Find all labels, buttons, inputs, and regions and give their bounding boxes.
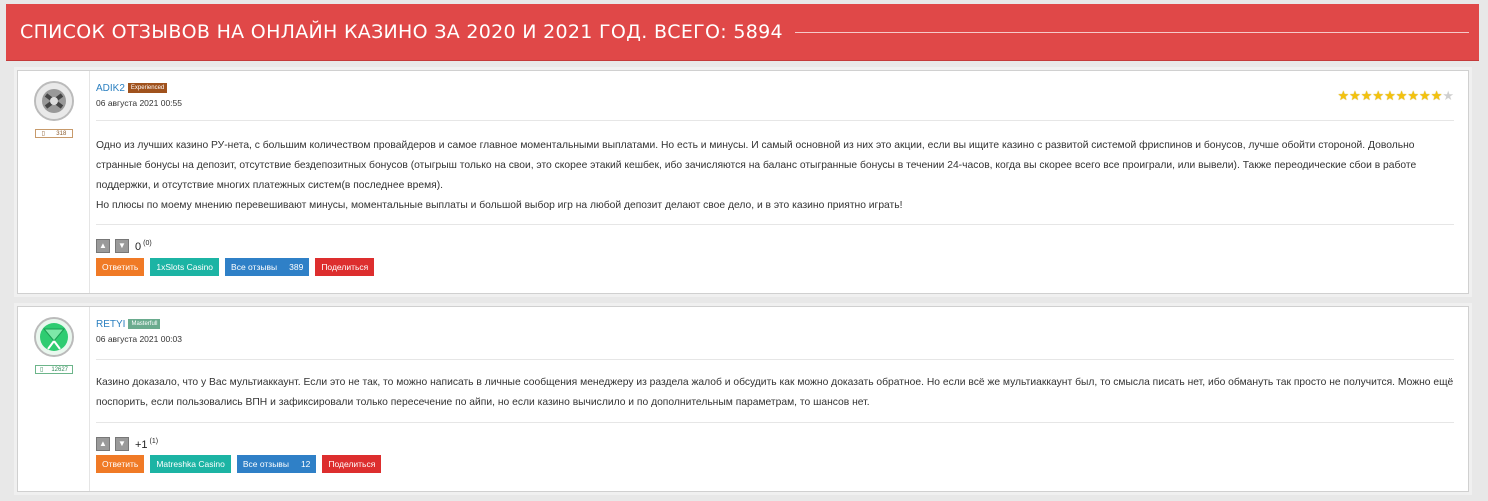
page-title: СПИСОК ОТЗЫВОВ НА ОНЛАЙН КАЗИНО ЗА 2020 …	[20, 21, 783, 43]
divider	[96, 224, 1454, 225]
vote-count: (0)	[143, 240, 152, 247]
review-date: 06 августа 2021 00:03	[96, 334, 182, 344]
thumb-down-icon[interactable]: ▼	[115, 437, 129, 451]
all-reviews-button[interactable]: Все отзывы 389	[225, 258, 310, 276]
star-icon: ★	[1395, 88, 1408, 103]
star-icon: ★	[1419, 88, 1431, 103]
review-text: Казино доказало, что у Вас мультиаккаунт…	[96, 373, 1454, 413]
rank-value: 12627	[51, 366, 68, 373]
vote-area: ▲ ▼ 0 (0)	[96, 239, 152, 253]
action-buttons: Ответить 1xSlots Casino Все отзывы 389 По…	[96, 258, 380, 276]
divider	[96, 422, 1454, 423]
review-content: ADIK2 Experienced 06 августа 2021 00:55 …	[96, 81, 1454, 276]
share-button[interactable]: Поделиться	[315, 258, 375, 276]
rank-badge: ▯ 318	[35, 129, 73, 138]
author-column: ▯ 318	[28, 81, 80, 138]
avatar-image	[36, 83, 72, 119]
rank-icon: ▯	[41, 131, 45, 137]
review-paragraph: Одно из лучших казино РУ-нета, с большим…	[96, 140, 1417, 191]
review-card: ▯ 318 ADIK2 Experienced 06 августа 2021 …	[17, 70, 1469, 294]
all-reviews-label: Все отзывы	[242, 459, 289, 469]
all-reviews-count: 12	[300, 459, 311, 469]
thumb-up-icon[interactable]: ▲	[96, 239, 110, 253]
thumb-down-icon[interactable]: ▼	[115, 239, 129, 253]
star-icon: ★	[1360, 88, 1373, 103]
star-icon: ★	[1337, 88, 1350, 103]
star-icon: ★	[1442, 88, 1454, 103]
share-button[interactable]: Поделиться	[322, 455, 382, 473]
star-icon: ★	[1430, 88, 1443, 103]
review-date: 06 августа 2021 00:55	[96, 98, 182, 108]
divider	[96, 359, 1454, 360]
divider	[96, 120, 1454, 121]
casino-button[interactable]: Matreshka Casino	[150, 455, 231, 473]
header-divider	[794, 31, 1469, 33]
author-column: ▯ 12627	[28, 317, 80, 374]
author-link[interactable]: ADIK2	[96, 83, 125, 94]
rank-value: 318	[56, 130, 67, 137]
casino-button[interactable]: 1xSlots Casino	[150, 258, 220, 276]
vote-score: 0	[135, 241, 142, 253]
reply-button[interactable]: Ответить	[96, 258, 145, 276]
rank-badge: ▯ 12627	[35, 365, 73, 374]
star-icon: ★	[1372, 88, 1385, 103]
review-card: ▯ 12627 RETYI Masterfull 06 августа 2021…	[17, 306, 1469, 492]
rating-stars: ★ ★ ★ ★ ★ ★ ★ ★ ★ ★	[1337, 89, 1454, 102]
author-link[interactable]: RETYI	[96, 319, 125, 330]
avatar[interactable]	[34, 317, 74, 357]
thumb-up-icon[interactable]: ▲	[96, 437, 110, 451]
vote-score: +1	[135, 439, 148, 451]
avatar-image	[36, 319, 72, 355]
all-reviews-count: 389	[289, 262, 304, 272]
avatar[interactable]	[34, 81, 74, 121]
all-reviews-button[interactable]: Все отзывы 12	[236, 455, 317, 473]
page-header: СПИСОК ОТЗЫВОВ НА ОНЛАЙН КАЗИНО ЗА 2020 …	[6, 4, 1479, 61]
column-divider	[89, 71, 90, 293]
action-buttons: Ответить Matreshka Casino Все отзывы 12 П…	[96, 455, 387, 473]
review-paragraph: Казино доказало, что у Вас мультиаккаунт…	[96, 377, 1454, 408]
review-paragraph: Но плюсы по моему мнению перевешивают ми…	[96, 200, 903, 211]
status-badge: Experienced	[127, 83, 168, 93]
vote-count: (1)	[149, 438, 159, 445]
rank-icon: ▯	[40, 367, 44, 373]
vote-area: ▲ ▼ +1 (1)	[96, 437, 158, 451]
all-reviews-label: Все отзывы	[231, 262, 278, 272]
star-icon: ★	[1407, 88, 1420, 103]
status-badge: Masterfull	[128, 319, 161, 329]
reply-button[interactable]: Ответить	[96, 455, 145, 473]
star-icon: ★	[1384, 88, 1396, 103]
review-text: Одно из лучших казино РУ-нета, с большим…	[96, 136, 1454, 216]
review-content: RETYI Masterfull 06 августа 2021 00:03 К…	[96, 317, 1454, 473]
column-divider	[89, 307, 90, 491]
star-icon: ★	[1349, 88, 1361, 103]
